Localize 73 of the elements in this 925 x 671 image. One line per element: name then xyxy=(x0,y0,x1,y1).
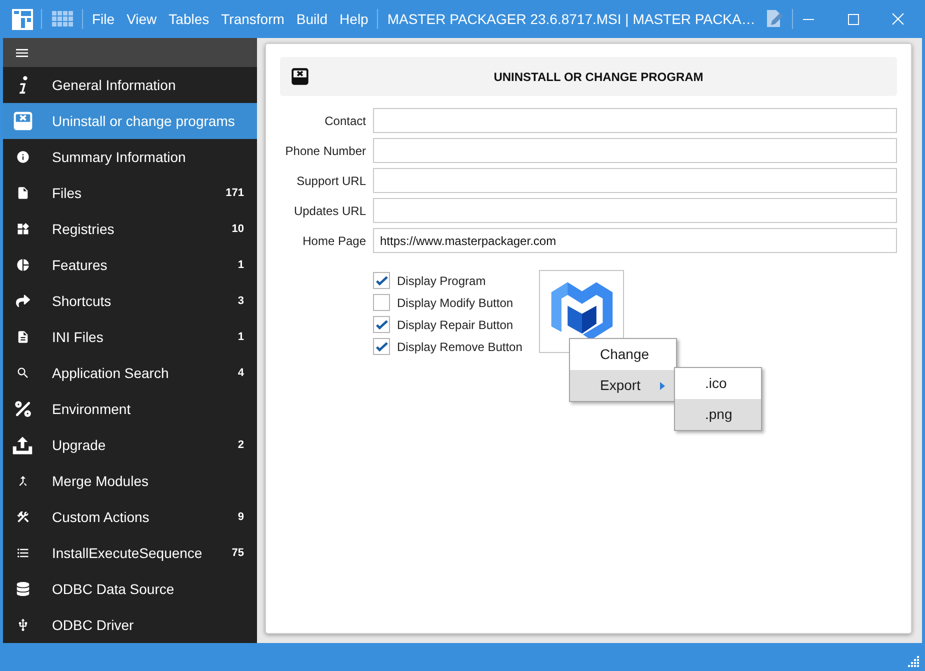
checkbox[interactable] xyxy=(373,272,390,289)
item-count: 10 xyxy=(232,222,244,237)
item-count: 4 xyxy=(238,366,244,381)
list-icon xyxy=(16,546,30,560)
sidebar-item[interactable]: Application Search 4 xyxy=(3,355,257,391)
minimize-icon xyxy=(802,18,814,20)
sidebar-item[interactable]: Shortcuts 3 xyxy=(3,283,257,319)
text-field[interactable] xyxy=(373,168,897,193)
sidebar-item[interactable]: Upgrade 2 xyxy=(3,427,257,463)
text-field[interactable]: https://www.masterpackager.com xyxy=(373,228,897,253)
menu-item[interactable]: .png xyxy=(675,399,761,430)
text-field[interactable] xyxy=(373,138,897,163)
item-count: 1 xyxy=(238,258,244,273)
tray-x-icon xyxy=(12,110,34,132)
sidebar-item[interactable]: Merge Modules xyxy=(3,463,257,499)
sidebar-item[interactable]: ODBC Data Source xyxy=(3,571,257,607)
item-count: 9 xyxy=(238,510,244,525)
checkbox-label: Display Modify Button xyxy=(397,294,514,312)
sidebar-item[interactable]: INI Files 1 xyxy=(3,319,257,355)
upload-tray-icon xyxy=(12,434,33,456)
resize-grip-icon[interactable] xyxy=(908,656,920,668)
checkbox[interactable] xyxy=(373,294,390,311)
info-icon xyxy=(16,150,30,164)
item-count: 171 xyxy=(226,186,244,201)
curved-arrow-icon xyxy=(16,294,30,308)
document-pen-icon[interactable] xyxy=(764,9,784,29)
database-icon xyxy=(16,582,30,596)
checkbox-label: Display Repair Button xyxy=(397,316,514,334)
app-logo-icon[interactable] xyxy=(12,8,33,30)
field-label: Support URL xyxy=(296,172,366,190)
item-count: 3 xyxy=(238,294,244,309)
checkbox[interactable] xyxy=(373,316,390,333)
pie-chart-icon xyxy=(16,258,30,272)
grid-icon[interactable] xyxy=(52,11,73,27)
close-icon xyxy=(892,13,904,25)
field-label: Contact xyxy=(324,112,366,130)
sidebar-item[interactable]: Custom Actions 9 xyxy=(3,499,257,535)
field-label: Updates URL xyxy=(292,202,366,220)
tray-x-icon xyxy=(290,67,310,86)
checkmark-icon xyxy=(376,276,388,286)
checkbox-label: Display Remove Button xyxy=(397,338,522,356)
menu-item[interactable]: Change xyxy=(570,339,676,370)
window-title: MASTER PACKAGER 23.6.8717.MSI | MASTER PACKA… xyxy=(387,10,756,29)
field-label: Home Page xyxy=(302,232,366,250)
widgets-icon xyxy=(16,222,30,236)
sidebar-item[interactable]: Features 1 xyxy=(3,247,257,283)
maximize-icon xyxy=(848,14,858,24)
sidebar-item[interactable]: Files 171 xyxy=(3,175,257,211)
sidebar-item[interactable]: InstallExecuteSequence 75 xyxy=(3,535,257,571)
menu-item[interactable]: .ico xyxy=(675,368,761,399)
checkmark-icon xyxy=(376,320,388,330)
document-icon xyxy=(16,330,30,344)
file-icon xyxy=(16,186,30,200)
item-count: 2 xyxy=(238,438,244,453)
field-label: Phone Number xyxy=(284,142,366,160)
checkmark-icon xyxy=(376,342,388,352)
percent-icon xyxy=(12,399,32,419)
checkbox-label: Display Program xyxy=(397,272,486,290)
tools-icon xyxy=(16,510,30,524)
sidebar-item[interactable]: ODBC Driver xyxy=(3,607,257,643)
sidebar-item[interactable]: Environment xyxy=(3,391,257,427)
sidebar-item[interactable]: Summary Information xyxy=(3,139,257,175)
checkbox[interactable] xyxy=(373,338,390,355)
sidebar-item[interactable]: General Information xyxy=(3,67,257,103)
item-count: 1 xyxy=(238,330,244,345)
sidebar-item[interactable]: Uninstall or change programs xyxy=(3,103,257,139)
text-field[interactable] xyxy=(373,108,897,133)
menu-item[interactable]: Export xyxy=(570,370,676,401)
search-icon xyxy=(16,366,30,380)
sidebar-item[interactable]: Registries 10 xyxy=(3,211,257,247)
panel-title: UNINSTALL OR CHANGE PROGRAM xyxy=(492,68,704,86)
item-count: 75 xyxy=(232,546,244,561)
text-field[interactable] xyxy=(373,198,897,223)
